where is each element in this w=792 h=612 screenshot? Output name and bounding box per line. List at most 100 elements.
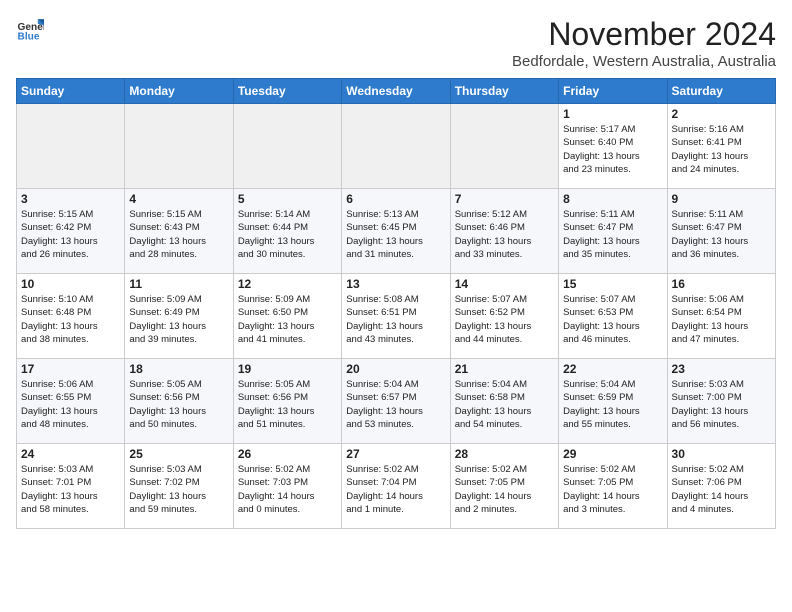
weekday-header: Wednesday — [342, 79, 450, 104]
page-header: General Blue November 2024 Bedfordale, W… — [16, 16, 776, 70]
calendar-cell: 12 Sunrise: 5:09 AM Sunset: 6:50 PM Dayli… — [233, 274, 341, 359]
calendar-cell: 11 Sunrise: 5:09 AM Sunset: 6:49 PM Dayli… — [125, 274, 233, 359]
day-info: Sunrise: 5:02 AM Sunset: 7:05 PM Dayligh… — [563, 463, 662, 516]
day-number: 23 — [672, 362, 771, 376]
calendar-cell: 18 Sunrise: 5:05 AM Sunset: 6:56 PM Dayli… — [125, 359, 233, 444]
calendar-cell: 7 Sunrise: 5:12 AM Sunset: 6:46 PM Daylig… — [450, 189, 558, 274]
day-info: Sunrise: 5:02 AM Sunset: 7:04 PM Dayligh… — [346, 463, 445, 516]
calendar-cell: 17 Sunrise: 5:06 AM Sunset: 6:55 PM Dayli… — [17, 359, 125, 444]
calendar-cell: 13Sunrise: 5:08 AM Sunset: 6:51 PM Dayli… — [342, 274, 450, 359]
day-info: Sunrise: 5:06 AM Sunset: 6:55 PM Dayligh… — [21, 378, 120, 431]
day-number: 8 — [563, 192, 662, 206]
day-number: 21 — [455, 362, 554, 376]
day-info: Sunrise: 5:11 AM Sunset: 6:47 PM Dayligh… — [563, 208, 662, 261]
logo-icon: General Blue — [16, 16, 44, 44]
calendar-cell — [342, 104, 450, 189]
logo: General Blue — [16, 16, 44, 44]
weekday-header: Sunday — [17, 79, 125, 104]
day-number: 20 — [346, 362, 445, 376]
day-number: 17 — [21, 362, 120, 376]
calendar-cell: 22 Sunrise: 5:04 AM Sunset: 6:59 PM Dayli… — [559, 359, 667, 444]
calendar-cell: 9 Sunrise: 5:11 AM Sunset: 6:47 PM Daylig… — [667, 189, 775, 274]
day-info: Sunrise: 5:17 AM Sunset: 6:40 PM Dayligh… — [563, 123, 662, 176]
day-number: 7 — [455, 192, 554, 206]
day-number: 24 — [21, 447, 120, 461]
day-number: 12 — [238, 277, 337, 291]
day-number: 14 — [455, 277, 554, 291]
calendar-cell — [233, 104, 341, 189]
calendar-week-row: 17 Sunrise: 5:06 AM Sunset: 6:55 PM Dayli… — [17, 359, 776, 444]
svg-text:Blue: Blue — [18, 31, 40, 42]
calendar-cell: 24 Sunrise: 5:03 AM Sunset: 7:01 PM Dayli… — [17, 444, 125, 529]
day-info: Sunrise: 5:05 AM Sunset: 6:56 PM Dayligh… — [238, 378, 337, 431]
calendar-week-row: 3Sunrise: 5:15 AM Sunset: 6:42 PM Daylig… — [17, 189, 776, 274]
day-number: 26 — [238, 447, 337, 461]
calendar-cell: 15Sunrise: 5:07 AM Sunset: 6:53 PM Dayli… — [559, 274, 667, 359]
calendar-cell: 5 Sunrise: 5:14 AM Sunset: 6:44 PM Daylig… — [233, 189, 341, 274]
day-info: Sunrise: 5:03 AM Sunset: 7:01 PM Dayligh… — [21, 463, 120, 516]
day-info: Sunrise: 5:05 AM Sunset: 6:56 PM Dayligh… — [129, 378, 228, 431]
day-info: Sunrise: 5:09 AM Sunset: 6:49 PM Dayligh… — [129, 293, 228, 346]
day-number: 19 — [238, 362, 337, 376]
day-number: 11 — [129, 277, 228, 291]
day-info: Sunrise: 5:03 AM Sunset: 7:02 PM Dayligh… — [129, 463, 228, 516]
day-number: 10 — [21, 277, 120, 291]
day-number: 29 — [563, 447, 662, 461]
day-info: Sunrise: 5:02 AM Sunset: 7:06 PM Dayligh… — [672, 463, 771, 516]
calendar-week-row: 10 Sunrise: 5:10 AM Sunset: 6:48 PM Dayli… — [17, 274, 776, 359]
calendar-cell: 29 Sunrise: 5:02 AM Sunset: 7:05 PM Dayli… — [559, 444, 667, 529]
day-info: Sunrise: 5:02 AM Sunset: 7:03 PM Dayligh… — [238, 463, 337, 516]
day-info: Sunrise: 5:11 AM Sunset: 6:47 PM Dayligh… — [672, 208, 771, 261]
day-number: 6 — [346, 192, 445, 206]
day-number: 28 — [455, 447, 554, 461]
day-number: 13 — [346, 277, 445, 291]
day-info: Sunrise: 5:09 AM Sunset: 6:50 PM Dayligh… — [238, 293, 337, 346]
weekday-header: Tuesday — [233, 79, 341, 104]
day-info: Sunrise: 5:04 AM Sunset: 6:58 PM Dayligh… — [455, 378, 554, 431]
day-info: Sunrise: 5:13 AM Sunset: 6:45 PM Dayligh… — [346, 208, 445, 261]
day-info: Sunrise: 5:04 AM Sunset: 6:57 PM Dayligh… — [346, 378, 445, 431]
calendar-cell: 21 Sunrise: 5:04 AM Sunset: 6:58 PM Dayli… — [450, 359, 558, 444]
calendar-cell: 1 Sunrise: 5:17 AM Sunset: 6:40 PM Daylig… — [559, 104, 667, 189]
calendar-cell — [17, 104, 125, 189]
calendar-cell: 2 Sunrise: 5:16 AM Sunset: 6:41 PM Daylig… — [667, 104, 775, 189]
calendar-week-row: 1 Sunrise: 5:17 AM Sunset: 6:40 PM Daylig… — [17, 104, 776, 189]
calendar-header-row: SundayMondayTuesdayWednesdayThursdayFrid… — [17, 79, 776, 104]
day-info: Sunrise: 5:02 AM Sunset: 7:05 PM Dayligh… — [455, 463, 554, 516]
day-info: Sunrise: 5:06 AM Sunset: 6:54 PM Dayligh… — [672, 293, 771, 346]
day-info: Sunrise: 5:16 AM Sunset: 6:41 PM Dayligh… — [672, 123, 771, 176]
calendar-cell: 27 Sunrise: 5:02 AM Sunset: 7:04 PM Dayli… — [342, 444, 450, 529]
day-number: 5 — [238, 192, 337, 206]
calendar-cell: 8 Sunrise: 5:11 AM Sunset: 6:47 PM Daylig… — [559, 189, 667, 274]
day-number: 4 — [129, 192, 228, 206]
day-number: 22 — [563, 362, 662, 376]
day-info: Sunrise: 5:07 AM Sunset: 6:52 PM Dayligh… — [455, 293, 554, 346]
day-number: 1 — [563, 107, 662, 121]
day-number: 30 — [672, 447, 771, 461]
day-info: Sunrise: 5:15 AM Sunset: 6:43 PM Dayligh… — [129, 208, 228, 261]
calendar-cell: 26 Sunrise: 5:02 AM Sunset: 7:03 PM Dayli… — [233, 444, 341, 529]
day-info: Sunrise: 5:10 AM Sunset: 6:48 PM Dayligh… — [21, 293, 120, 346]
day-info: Sunrise: 5:04 AM Sunset: 6:59 PM Dayligh… — [563, 378, 662, 431]
day-number: 2 — [672, 107, 771, 121]
calendar-cell — [450, 104, 558, 189]
title-block: November 2024 Bedfordale, Western Austra… — [512, 16, 776, 70]
calendar-cell: 20 Sunrise: 5:04 AM Sunset: 6:57 PM Dayli… — [342, 359, 450, 444]
calendar-cell: 6 Sunrise: 5:13 AM Sunset: 6:45 PM Daylig… — [342, 189, 450, 274]
day-number: 9 — [672, 192, 771, 206]
weekday-header: Friday — [559, 79, 667, 104]
day-info: Sunrise: 5:07 AM Sunset: 6:53 PM Dayligh… — [563, 293, 662, 346]
day-info: Sunrise: 5:15 AM Sunset: 6:42 PM Dayligh… — [21, 208, 120, 261]
calendar-cell: 16Sunrise: 5:06 AM Sunset: 6:54 PM Dayli… — [667, 274, 775, 359]
calendar-cell: 3Sunrise: 5:15 AM Sunset: 6:42 PM Daylig… — [17, 189, 125, 274]
day-number: 18 — [129, 362, 228, 376]
weekday-header: Monday — [125, 79, 233, 104]
calendar-cell: 19 Sunrise: 5:05 AM Sunset: 6:56 PM Dayli… — [233, 359, 341, 444]
day-info: Sunrise: 5:12 AM Sunset: 6:46 PM Dayligh… — [455, 208, 554, 261]
day-info: Sunrise: 5:14 AM Sunset: 6:44 PM Dayligh… — [238, 208, 337, 261]
day-info: Sunrise: 5:03 AM Sunset: 7:00 PM Dayligh… — [672, 378, 771, 431]
day-number: 27 — [346, 447, 445, 461]
calendar-cell: 10 Sunrise: 5:10 AM Sunset: 6:48 PM Dayli… — [17, 274, 125, 359]
calendar-table: SundayMondayTuesdayWednesdayThursdayFrid… — [16, 78, 776, 529]
location-subtitle: Bedfordale, Western Australia, Australia — [512, 53, 776, 70]
